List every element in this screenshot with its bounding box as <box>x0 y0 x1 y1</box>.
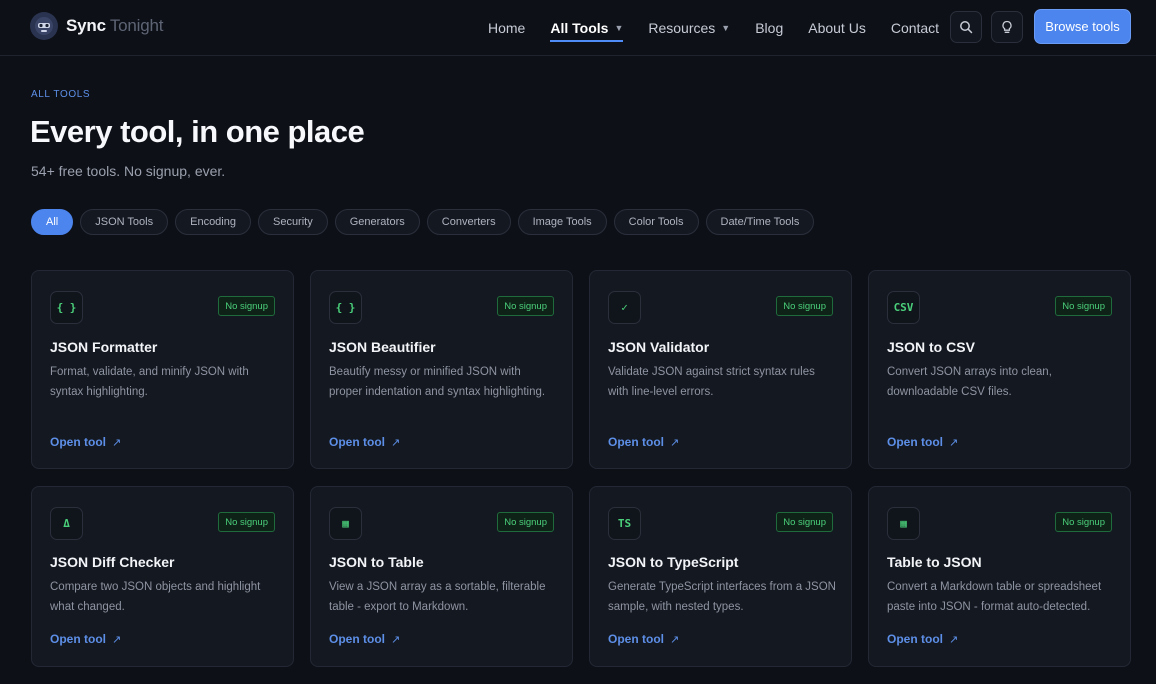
nav-blog[interactable]: Blog <box>755 0 783 56</box>
filter-encoding[interactable]: Encoding <box>175 209 251 235</box>
filter-security[interactable]: Security <box>257 209 328 235</box>
nav-home[interactable]: Home <box>488 0 525 56</box>
tool-card-json-to-typescript[interactable]: TS No signup JSON to TypeScript Generate… <box>589 486 852 667</box>
browse-tools-button[interactable]: Browse tools <box>1034 9 1131 44</box>
arrow-up-right-icon: ↗ <box>112 633 122 646</box>
brand[interactable]: Sync Tonight <box>30 12 163 40</box>
search-button[interactable] <box>950 11 982 43</box>
arrow-up-right-icon: ↗ <box>391 436 401 449</box>
open-tool-link[interactable]: Open tool ↗ <box>608 435 679 449</box>
open-tool-link[interactable]: Open tool ↗ <box>50 632 121 646</box>
card-title: JSON Beautifier <box>329 339 436 355</box>
theme-button[interactable] <box>991 11 1023 43</box>
tool-card-json-validator[interactable]: ✓ No signup JSON Validator Validate JSON… <box>589 270 852 469</box>
arrow-up-right-icon: ↗ <box>670 633 680 646</box>
braces-icon: { } <box>329 291 362 324</box>
brand-logo-icon <box>30 12 58 40</box>
delta-icon: Δ <box>50 507 83 540</box>
open-tool-link[interactable]: Open tool ↗ <box>50 435 121 449</box>
card-description: Validate JSON against strict syntax rule… <box>608 366 815 398</box>
filter-datetime-tools[interactable]: Date/Time Tools <box>705 209 815 235</box>
table-icon: ▦ <box>887 507 920 540</box>
chevron-down-icon: ▼ <box>614 23 624 33</box>
no-signup-badge: No signup <box>497 296 554 316</box>
open-tool-link[interactable]: Open tool ↗ <box>329 435 400 449</box>
card-title: JSON Formatter <box>50 339 158 355</box>
card-title: JSON Validator <box>608 339 710 355</box>
eyebrow-label: ALL TOOLS <box>31 89 91 100</box>
checkmark-icon: ✓ <box>608 291 641 324</box>
card-description: Format, validate, and minify JSON with s… <box>50 366 249 398</box>
open-tool-link[interactable]: Open tool ↗ <box>887 435 958 449</box>
no-signup-badge: No signup <box>776 512 833 532</box>
filter-generators[interactable]: Generators <box>334 209 420 235</box>
nav-links: Home All Tools ▼ Resources ▼ Blog About Us… <box>488 0 965 56</box>
nav-resources[interactable]: Resources ▼ <box>648 0 730 56</box>
filter-color-tools[interactable]: Color Tools <box>613 209 699 235</box>
arrow-up-right-icon: ↗ <box>391 633 401 646</box>
csv-icon: CSV <box>887 291 920 324</box>
card-description: Convert a Markdown table or spreadsheet … <box>887 581 1102 613</box>
card-title: JSON to Table <box>329 554 424 570</box>
brand-name: Sync Tonight <box>66 16 164 35</box>
chevron-down-icon: ▼ <box>721 23 731 33</box>
table-icon: ▦ <box>329 507 362 540</box>
search-icon <box>960 21 973 34</box>
no-signup-badge: No signup <box>1055 296 1112 316</box>
card-title: JSON Diff Checker <box>50 554 175 570</box>
card-description: Compare two JSON objects and highlight w… <box>50 581 261 613</box>
card-description: Convert JSON arrays into clean, download… <box>887 366 1052 398</box>
tool-card-json-beautifier[interactable]: { } No signup JSON Beautifier Beautify m… <box>310 270 573 469</box>
tool-card-json-to-table[interactable]: ▦ No signup JSON to Table View a JSON ar… <box>310 486 573 667</box>
card-title: JSON to TypeScript <box>608 554 739 570</box>
page-subtitle: 54+ free tools. No signup, ever. <box>31 163 226 179</box>
no-signup-badge: No signup <box>218 296 275 316</box>
braces-icon: { } <box>50 291 83 324</box>
top-nav: Sync Tonight Home All Tools ▼ Resources ▼ B… <box>0 0 1156 56</box>
arrow-up-right-icon: ↗ <box>670 436 680 449</box>
filter-image-tools[interactable]: Image Tools <box>517 209 607 235</box>
no-signup-badge: No signup <box>776 296 833 316</box>
no-signup-badge: No signup <box>218 512 275 532</box>
lightbulb-icon <box>1002 20 1012 33</box>
nav-all-tools[interactable]: All Tools ▼ <box>550 0 624 56</box>
card-description: Generate TypeScript interfaces from a JS… <box>608 581 836 613</box>
card-description: Beautify messy or minified JSON with pro… <box>329 366 546 398</box>
filter-converters[interactable]: Converters <box>426 209 511 235</box>
tool-card-json-to-csv[interactable]: CSV No signup JSON to CSV Convert JSON a… <box>868 270 1131 469</box>
tool-card-json-formatter[interactable]: { } No signup JSON Formatter Format, val… <box>31 270 294 469</box>
filter-all[interactable]: All <box>31 209 74 235</box>
nav-about[interactable]: About Us <box>808 0 866 56</box>
nav-contact[interactable]: Contact <box>891 0 939 56</box>
filter-json-tools[interactable]: JSON Tools <box>80 209 169 235</box>
no-signup-badge: No signup <box>497 512 554 532</box>
arrow-up-right-icon: ↗ <box>112 436 122 449</box>
typescript-icon: TS <box>608 507 641 540</box>
page-title: Every tool, in one place <box>30 114 365 149</box>
no-signup-badge: No signup <box>1055 512 1112 532</box>
arrow-up-right-icon: ↗ <box>949 633 959 646</box>
card-description: View a JSON array as a sortable, filtera… <box>329 581 546 613</box>
tool-card-json-diff-checker[interactable]: Δ No signup JSON Diff Checker Compare tw… <box>31 486 294 667</box>
card-title: JSON to CSV <box>887 339 975 355</box>
open-tool-link[interactable]: Open tool ↗ <box>887 632 958 646</box>
open-tool-link[interactable]: Open tool ↗ <box>608 632 679 646</box>
category-filters: All JSON Tools Encoding Security Generat… <box>31 209 815 235</box>
arrow-up-right-icon: ↗ <box>949 436 959 449</box>
card-title: Table to JSON <box>887 554 982 570</box>
open-tool-link[interactable]: Open tool ↗ <box>329 632 400 646</box>
tool-card-table-to-json[interactable]: ▦ No signup Table to JSON Convert a Mark… <box>868 486 1131 667</box>
